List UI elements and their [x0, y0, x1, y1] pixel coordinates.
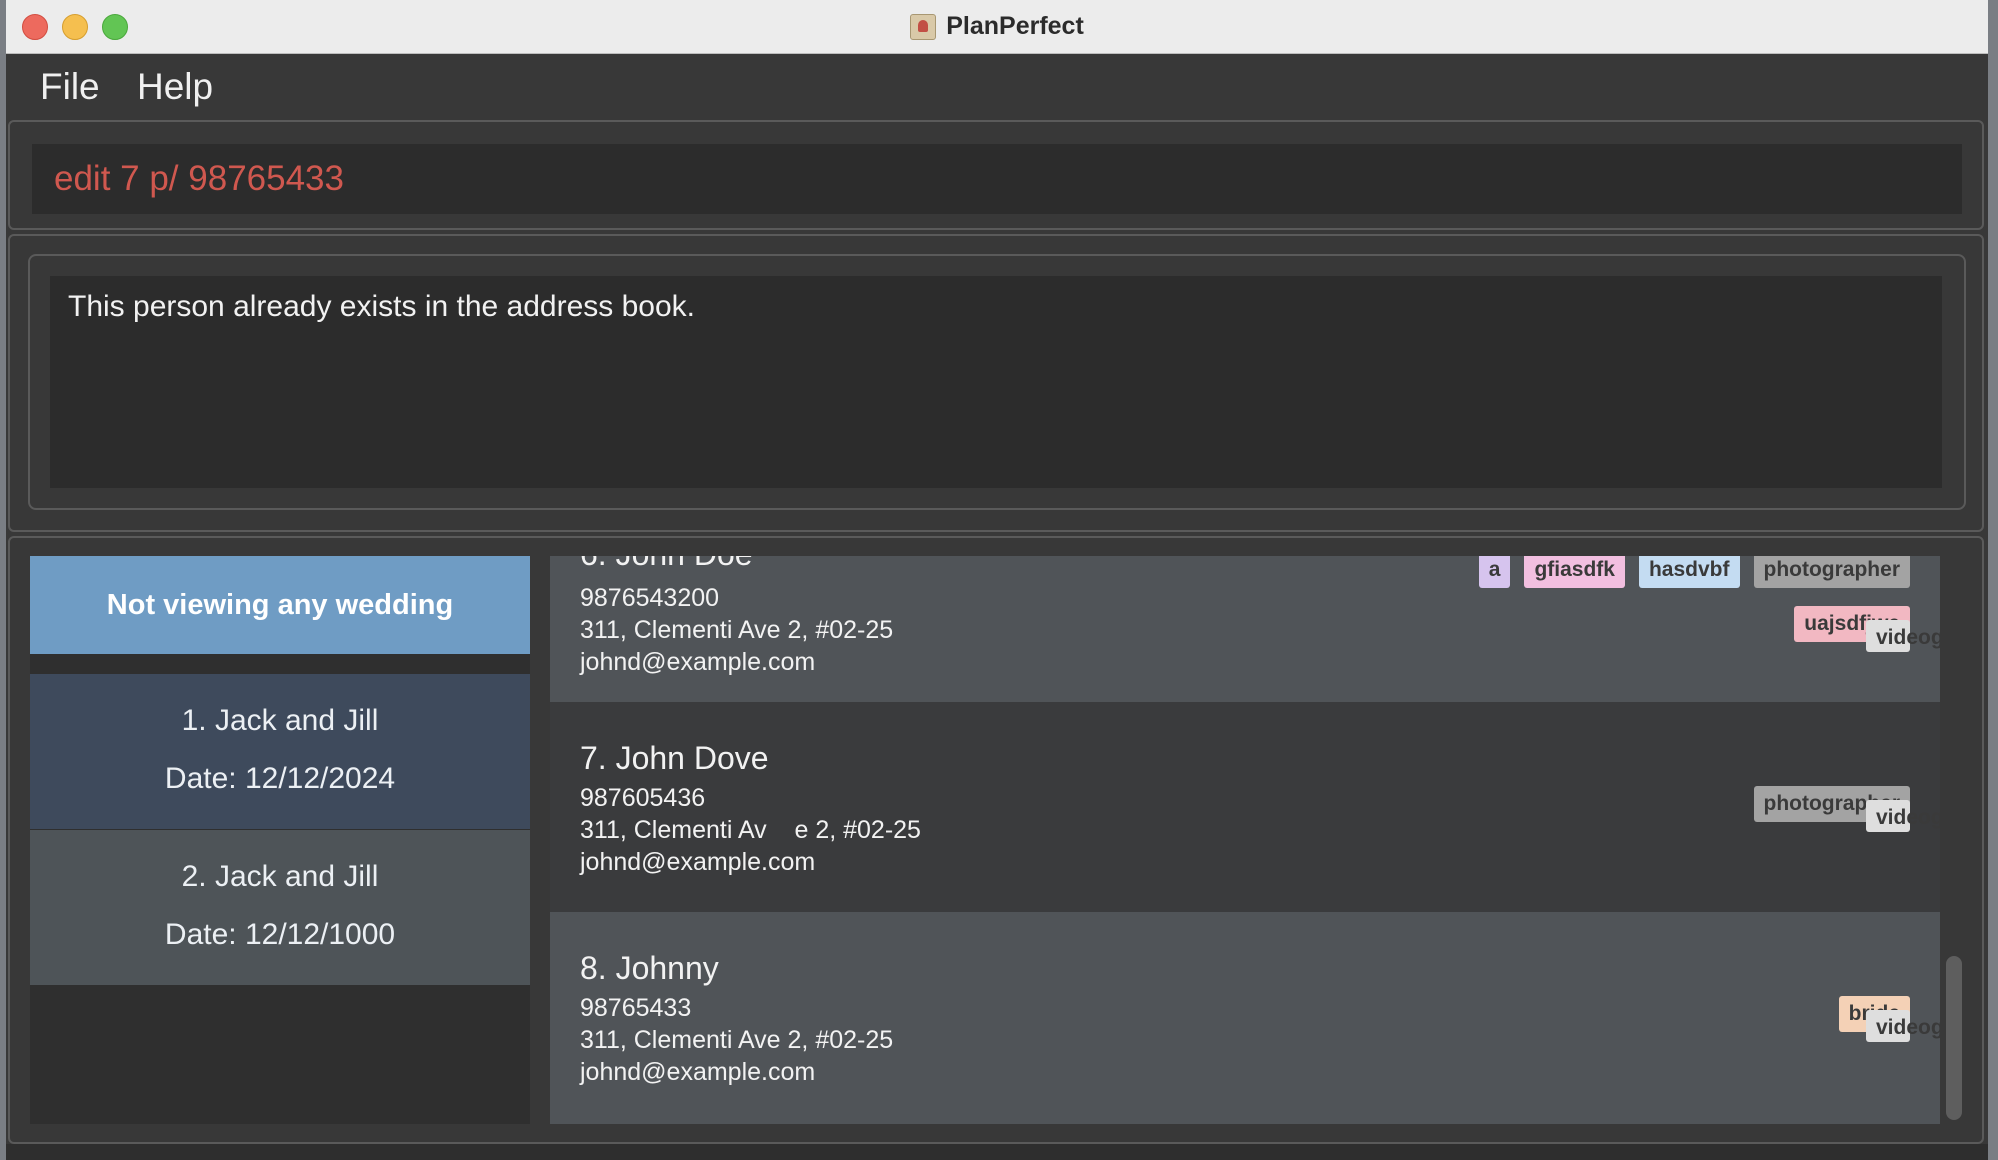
- scrollbar-thumb[interactable]: [1946, 956, 1962, 1120]
- wedding-name: 1. Jack and Jill: [181, 704, 379, 737]
- person-tags: photographer videographer: [1753, 786, 1940, 832]
- person-card[interactable]: 8. Johnny 98765433 311, Clementi Ave 2, …: [550, 912, 1940, 1124]
- title-bar: PlanPerfect: [6, 0, 1988, 54]
- tag: gfiasdfk: [1524, 556, 1625, 588]
- tag: hasdvbf: [1638, 556, 1740, 588]
- person-card[interactable]: 6. John Doe 9876543200 311, Clementi Ave…: [550, 556, 1940, 702]
- person-card[interactable]: 7. John Dove 987605436 311, Clementi Av …: [550, 702, 1940, 912]
- person-name: 8. Johnny: [580, 950, 719, 986]
- person-list: 6. John Doe 9876543200 311, Clementi Ave…: [550, 556, 1940, 1124]
- person-tags-row1: a gfiasdfk hasdvbf photographer: [1478, 556, 1910, 588]
- person-name: 7. John Dove: [580, 740, 769, 776]
- person-name: 6. John Doe: [580, 556, 753, 573]
- menu-bar: File Help: [6, 54, 1988, 120]
- wedding-date: Date: 12/12/1000: [164, 918, 396, 951]
- person-address: 311, Clementi Av e 2, #02-25: [580, 816, 921, 844]
- person-email: johnd@example.com: [580, 848, 816, 876]
- person-email: johnd@example.com: [580, 1058, 816, 1086]
- command-input[interactable]: [32, 144, 1962, 214]
- person-tags-row2: uajsdfjwe videographer: [1794, 606, 1940, 652]
- person-email: johnd@example.com: [580, 648, 816, 676]
- app-icon: [910, 13, 937, 40]
- tag: videographer: [1866, 620, 1940, 652]
- result-panel: This person already exists in the addres…: [8, 234, 1984, 532]
- wedding-item[interactable]: 2. Jack and Jill Date: 12/12/1000: [30, 830, 530, 985]
- wedding-list: Not viewing any wedding 1. Jack and Jill…: [30, 556, 530, 1124]
- wedding-date: Date: 12/12/2024: [164, 762, 396, 795]
- person-tags: bride videographer: [1838, 996, 1940, 1042]
- person-address: 311, Clementi Ave 2, #02-25: [580, 1026, 894, 1054]
- result-frame: This person already exists in the addres…: [28, 254, 1966, 510]
- person-phone: 98765433: [580, 994, 692, 1022]
- list-panel: Not viewing any wedding 1. Jack and Jill…: [8, 536, 1984, 1144]
- window-title: PlanPerfect: [946, 12, 1084, 40]
- wedding-name: 2. Jack and Jill: [181, 860, 379, 893]
- result-display: This person already exists in the addres…: [50, 276, 1942, 488]
- menu-help[interactable]: Help: [137, 66, 213, 108]
- app-window: PlanPerfect File Help This person alread…: [6, 0, 1988, 1160]
- person-list-scrollbar[interactable]: [1944, 556, 1964, 1124]
- wedding-item[interactable]: 1. Jack and Jill Date: 12/12/2024: [30, 674, 530, 829]
- tag: photographer: [1753, 556, 1910, 588]
- person-phone: 987605436: [580, 784, 706, 812]
- status-bar: [6, 1144, 1988, 1160]
- tag: videographer: [1866, 800, 1940, 832]
- wedding-view-status: Not viewing any wedding: [30, 556, 530, 654]
- command-box-panel: [8, 120, 1984, 230]
- title-wrap: PlanPerfect: [6, 0, 1988, 53]
- tag: a: [1478, 556, 1511, 588]
- menu-file[interactable]: File: [40, 66, 100, 108]
- person-address: 311, Clementi Ave 2, #02-25: [580, 616, 894, 644]
- tag: videographer: [1866, 1010, 1940, 1042]
- person-phone: 9876543200: [580, 584, 720, 612]
